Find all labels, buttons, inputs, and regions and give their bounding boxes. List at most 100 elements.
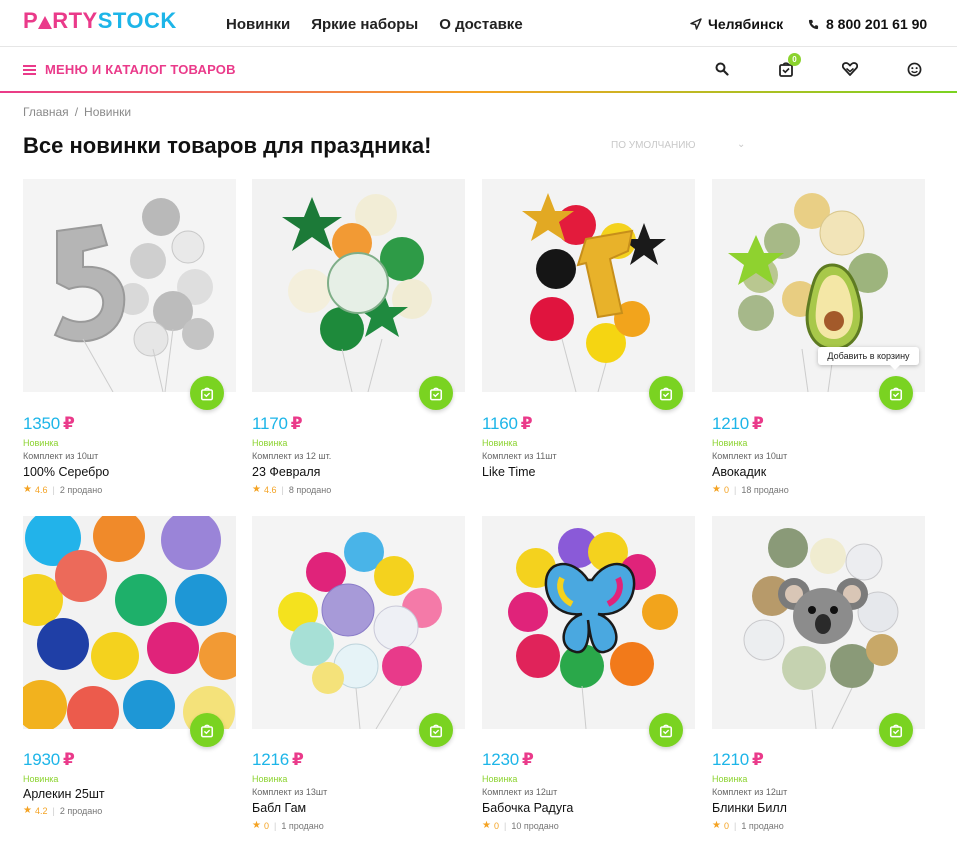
cart-bag-icon [659, 387, 673, 400]
search-button[interactable] [712, 59, 732, 79]
product-name[interactable]: Like Time [482, 465, 536, 479]
product-name[interactable]: Авокадик [712, 465, 766, 479]
star-icon: ★ [23, 484, 32, 495]
favorites-button[interactable] [840, 59, 860, 79]
new-badge: Новинка [712, 774, 748, 784]
city-name: Челябинск [708, 16, 784, 32]
green-balloons-image [252, 179, 465, 392]
add-to-cart-button[interactable] [879, 713, 913, 747]
add-to-cart-button[interactable] [190, 713, 224, 747]
breadcrumb-current: Новинки [84, 105, 132, 119]
product-image[interactable] [482, 516, 695, 729]
product-name[interactable]: Бабл Гам [252, 801, 306, 815]
product-set-size: Комплект из 12 шт. [252, 451, 332, 461]
product-card[interactable]: 1230 ₽ Новинка Комплект из 12шт Бабочка Р… [482, 516, 695, 831]
location-arrow-icon [690, 18, 702, 30]
product-set-size: Комплект из 10шт [23, 451, 99, 461]
product-name[interactable]: Блинки Билл [712, 801, 787, 815]
bubblegum-balloons-image [252, 516, 465, 729]
cart-bag-icon [889, 387, 903, 400]
new-badge: Новинка [712, 438, 748, 448]
product-card[interactable]: 1160 ₽ Новинка Комплект из 11шт Like Time [482, 179, 695, 479]
sort-dropdown[interactable]: по умолчанию ⌄ [611, 139, 745, 151]
new-badge: Новинка [482, 438, 518, 448]
product-card[interactable]: 1170 ₽ Новинка Комплект из 12 шт. 23 Февр… [252, 179, 465, 495]
colorful-balloons-image [23, 516, 236, 729]
product-image[interactable] [712, 516, 925, 729]
smiley-account-icon [907, 62, 921, 76]
product-set-size: Комплект из 13шт [252, 787, 328, 797]
product-card[interactable]: 1216 ₽ Новинка Комплект из 13шт Бабл Гам … [252, 516, 465, 831]
new-badge: Новинка [482, 774, 518, 784]
add-to-cart-button[interactable] [190, 376, 224, 410]
cart-bag-icon [200, 724, 214, 737]
nav-item-delivery[interactable]: О доставке [439, 16, 522, 33]
product-price: 1230 ₽ [482, 750, 534, 769]
phone-link[interactable]: 8 800 201 61 90 [808, 16, 927, 32]
cart-bag-icon [200, 387, 214, 400]
product-rating: ★ 0 | 1 продано [712, 820, 784, 831]
star-icon: ★ [252, 820, 261, 831]
product-rating: ★ 0 | 1 продано [252, 820, 324, 831]
cart-button[interactable]: 0 [776, 53, 801, 79]
star-icon: ★ [712, 820, 721, 831]
product-name[interactable]: 23 Февраля [252, 465, 320, 479]
add-to-cart-button[interactable] [419, 376, 453, 410]
catalog-menu-button[interactable]: Меню и каталог товаров [23, 62, 236, 77]
product-price: 1930 ₽ [23, 750, 75, 769]
main-nav: Новинки Яркие наборы О доставке [226, 16, 523, 33]
product-card[interactable]: 1930 ₽ Новинка Арлекин 25шт ★ 4.2 | 2 продан… [23, 516, 236, 816]
city-selector[interactable]: Челябинск [690, 16, 783, 32]
product-card[interactable]: 1210 ₽ Новинка Комплект из 12шт Блинки Би… [712, 516, 925, 831]
star-icon: ★ [482, 820, 491, 831]
new-badge: Новинка [252, 438, 288, 448]
product-name[interactable]: 100% Серебро [23, 465, 109, 479]
silver-balloons-image [23, 179, 236, 392]
cart-bag-icon [889, 724, 903, 737]
product-rating: ★ 4.6 | 8 продано [252, 484, 332, 495]
cart-bag-icon [429, 724, 443, 737]
menu-bar: Меню и каталог товаров 0 [0, 47, 957, 93]
star-icon: ★ [252, 484, 261, 495]
product-price: 1210 ₽ [712, 750, 764, 769]
cart-count-badge: 0 [788, 53, 801, 66]
add-to-cart-button[interactable] [649, 713, 683, 747]
new-badge: Новинка [23, 438, 59, 448]
product-price: 1216 ₽ [252, 750, 304, 769]
new-badge: Новинка [23, 774, 59, 784]
koala-balloons-image [712, 516, 925, 729]
phone-number: 8 800 201 61 90 [826, 16, 928, 32]
product-rating: ★ 0 | 10 продано [482, 820, 559, 831]
phone-icon [808, 19, 819, 29]
product-rating: ★ 0 | 18 продано [712, 484, 789, 495]
top-header: P RTYSTOCK Новинки Яркие наборы О доставк… [0, 0, 957, 47]
add-to-cart-button[interactable] [879, 376, 913, 410]
add-to-cart-button[interactable] [649, 376, 683, 410]
product-image[interactable] [252, 516, 465, 729]
gold-balloons-image [482, 179, 695, 392]
product-image[interactable] [482, 179, 695, 392]
star-icon: ★ [23, 805, 32, 816]
add-to-cart-button[interactable] [419, 713, 453, 747]
nav-item-new[interactable]: Новинки [226, 16, 290, 33]
product-price: 1170 ₽ [252, 414, 303, 433]
logo[interactable]: P RTYSTOCK [23, 8, 177, 34]
product-image[interactable] [23, 516, 236, 729]
breadcrumb-home[interactable]: Главная [23, 105, 69, 119]
product-rating: ★ 4.6 | 2 продано [23, 484, 103, 495]
product-price: 1210 ₽ [712, 414, 764, 433]
product-price: 1160 ₽ [482, 414, 533, 433]
product-card[interactable]: 1350 ₽ Новинка Комплект из 10шт 100% Сере… [23, 179, 236, 495]
account-button[interactable] [904, 59, 924, 79]
product-rating: ★ 4.2 | 2 продано [23, 805, 103, 816]
catalog-menu-label: Меню и каталог товаров [45, 62, 236, 77]
product-set-size: Комплект из 12шт [712, 787, 788, 797]
search-icon [715, 62, 729, 76]
product-name[interactable]: Бабочка Радуга [482, 801, 573, 815]
butterfly-balloons-image [482, 516, 695, 729]
nav-item-bright-sets[interactable]: Яркие наборы [311, 16, 418, 33]
product-name[interactable]: Арлекин 25шт [23, 787, 105, 801]
product-image[interactable] [23, 179, 236, 392]
product-image[interactable] [252, 179, 465, 392]
sort-label: по умолчанию [611, 140, 696, 151]
